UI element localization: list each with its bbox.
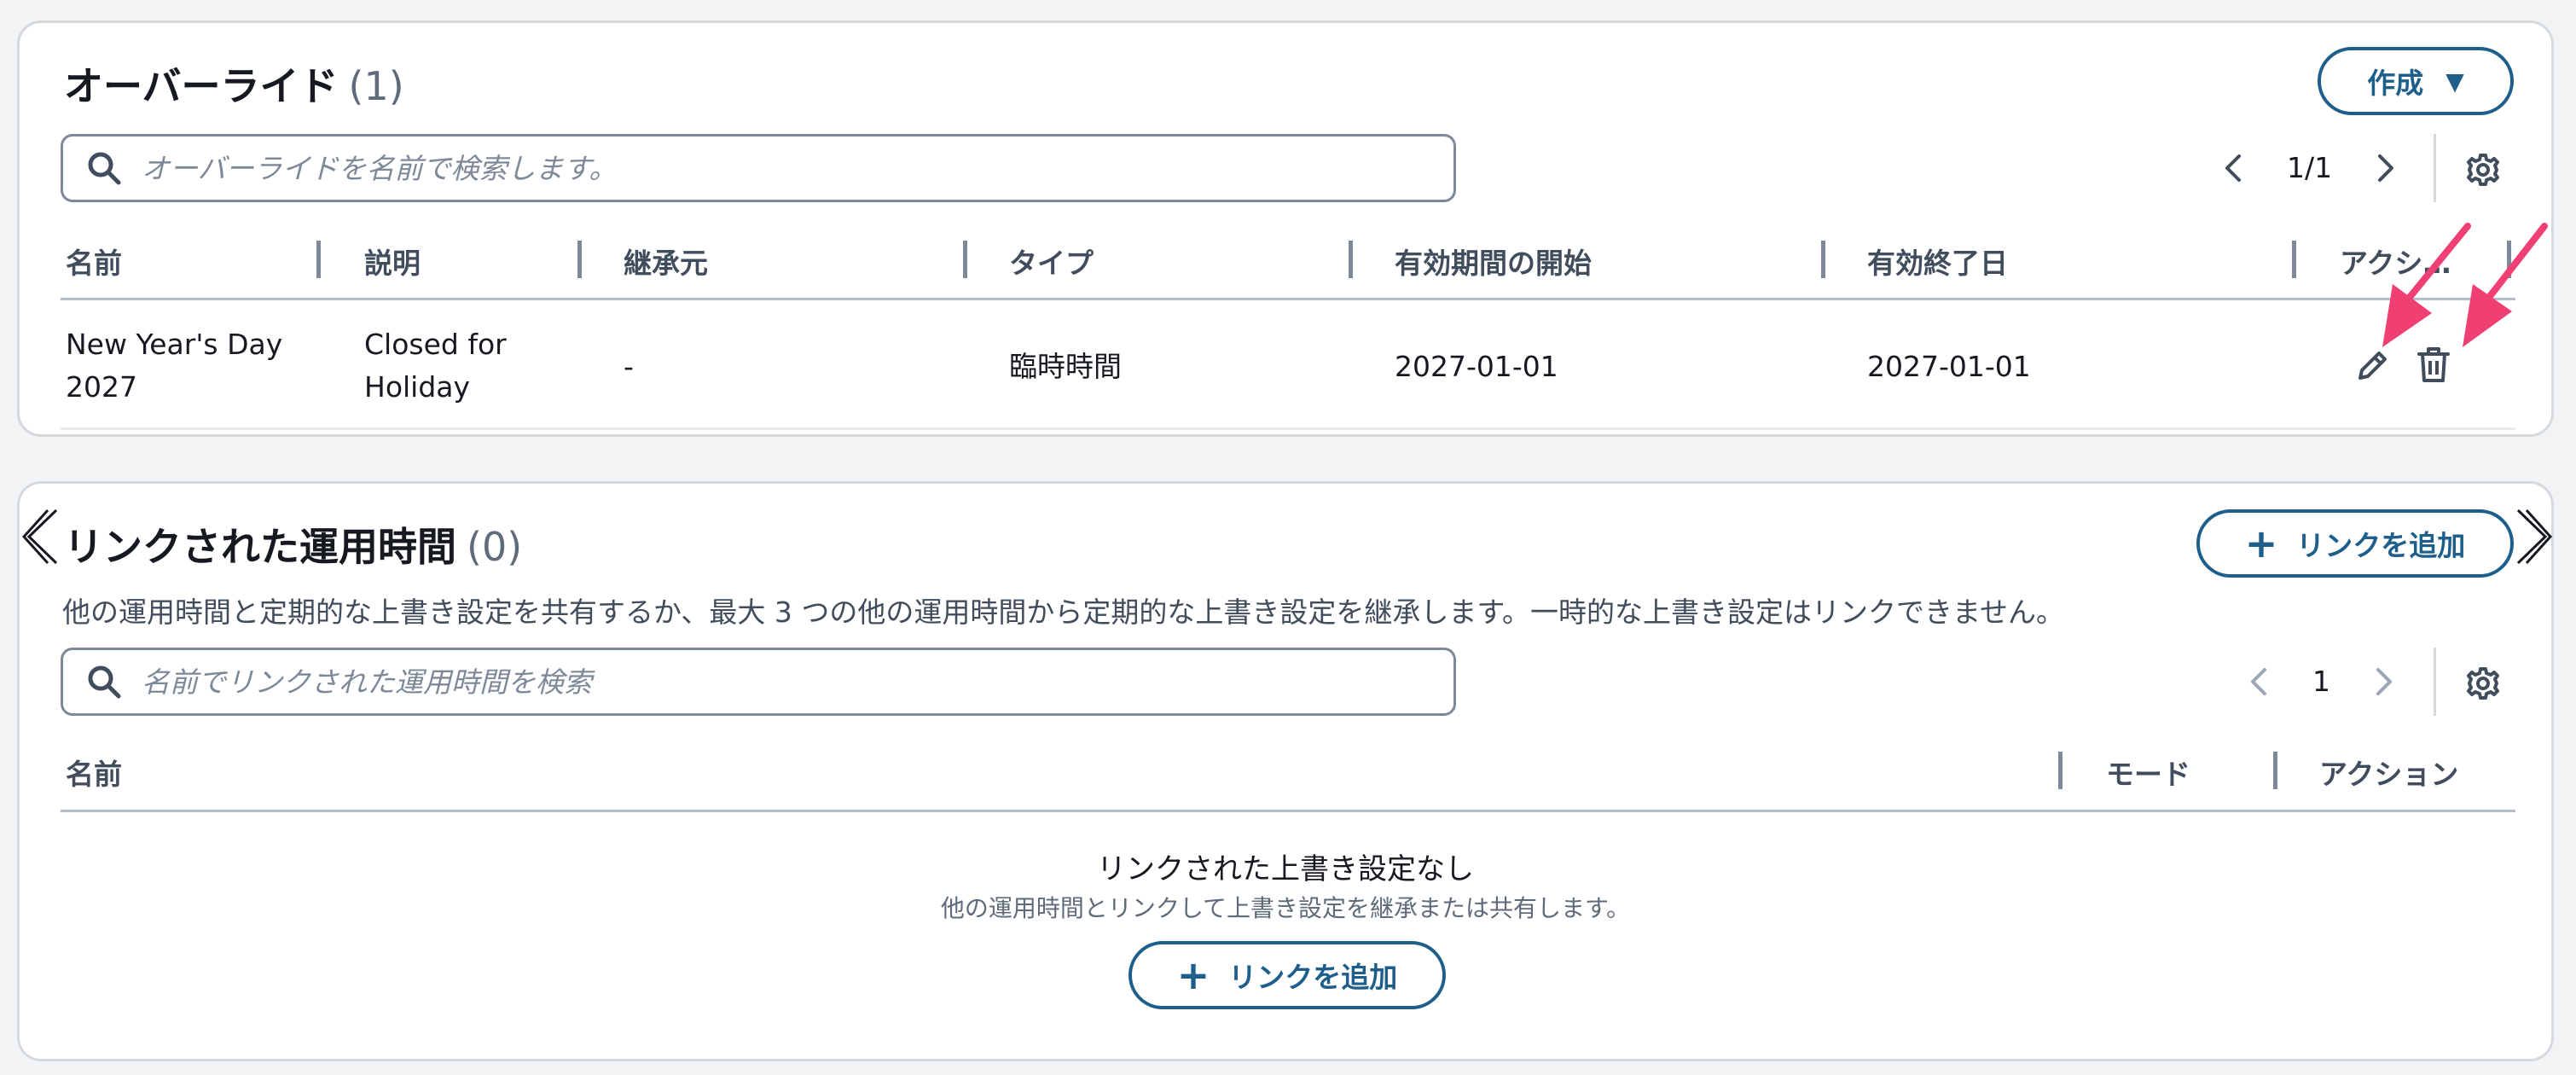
- linked-count: (0): [467, 524, 523, 570]
- caret-down-icon: ▼: [2445, 67, 2464, 96]
- table-header-divider: [61, 298, 2515, 300]
- plus-icon: +: [1176, 952, 1210, 998]
- linked-hours-panel: リンクされた運用時間 (0) + リンクを追加 他の運用時間と定期的な上書き設定を…: [17, 481, 2554, 1061]
- column-divider[interactable]: [1349, 241, 1353, 278]
- cell-description-line: Holiday: [364, 370, 471, 404]
- linked-search-input[interactable]: [140, 664, 1423, 700]
- cell-type: 臨時時間: [1009, 350, 1122, 383]
- plus-icon: +: [2244, 520, 2278, 567]
- column-header-end[interactable]: 有効終了日: [1867, 241, 2008, 282]
- linked-search-field[interactable]: [61, 648, 1456, 716]
- overrides-page-number: 1/1: [2287, 151, 2333, 184]
- column-divider[interactable]: [316, 241, 321, 278]
- pencil-icon[interactable]: [2353, 347, 2391, 385]
- cell-name-line: 2027: [66, 370, 137, 404]
- linked-page-number: 1: [2312, 665, 2330, 698]
- add-link-button-label: リンクを追加: [2296, 529, 2466, 562]
- column-divider[interactable]: [1821, 241, 1825, 278]
- pagination-divider: [2434, 134, 2436, 202]
- cell-end-date: 2027-01-01: [1867, 350, 2031, 383]
- empty-state-subtitle: 他の運用時間とリンクして上書き設定を継承または共有します。: [940, 894, 1631, 922]
- linked-title: リンクされた運用時間 (0): [64, 516, 522, 572]
- column-divider[interactable]: [963, 241, 967, 278]
- cell-name-line: New Year's Day: [66, 328, 283, 361]
- cell-start-date: 2027-01-01: [1395, 350, 1558, 383]
- chevron-right-icon[interactable]: [2371, 666, 2397, 697]
- column-header-start[interactable]: 有効期間の開始: [1395, 241, 1592, 282]
- column-header-name[interactable]: 名前: [66, 241, 122, 282]
- cell-inherited-from: -: [624, 350, 634, 383]
- cell-description-line: Closed for: [364, 328, 507, 361]
- column-divider[interactable]: [2273, 752, 2277, 789]
- overrides-search-input[interactable]: [140, 150, 1423, 186]
- gear-icon[interactable]: [2464, 665, 2502, 702]
- column-divider[interactable]: [2507, 241, 2511, 278]
- empty-add-link-button[interactable]: + リンクを追加: [1128, 941, 1446, 1009]
- column-divider[interactable]: [2058, 752, 2063, 789]
- search-icon: [88, 152, 121, 185]
- chevron-left-icon[interactable]: [2220, 153, 2246, 183]
- double-chevron-left-icon[interactable]: [22, 507, 60, 567]
- empty-add-link-button-label: リンクを追加: [1228, 961, 1398, 994]
- column-divider[interactable]: [2292, 241, 2296, 278]
- pagination-divider: [2434, 648, 2436, 716]
- trash-icon[interactable]: [2415, 346, 2452, 385]
- gear-icon[interactable]: [2464, 151, 2502, 189]
- add-link-button[interactable]: + リンクを追加: [2196, 509, 2514, 578]
- linked-title-text: リンクされた運用時間: [64, 524, 456, 570]
- cell-description: Closed for Holiday: [364, 323, 507, 409]
- chevron-right-icon[interactable]: [2373, 153, 2399, 183]
- column-header-mode[interactable]: モード: [2106, 752, 2190, 793]
- chevron-left-icon[interactable]: [2246, 666, 2271, 697]
- overrides-title-text: オーバーライド: [64, 63, 339, 109]
- column-header-inherited-from[interactable]: 継承元: [624, 241, 708, 282]
- column-header-description[interactable]: 説明: [364, 241, 421, 282]
- overrides-search-field[interactable]: [61, 134, 1456, 202]
- search-icon: [88, 665, 121, 699]
- cell-name: New Year's Day 2027: [66, 323, 282, 409]
- column-header-name[interactable]: 名前: [66, 752, 122, 793]
- column-header-actions[interactable]: アクシ…: [2340, 241, 2451, 282]
- create-button[interactable]: 作成 ▼: [2318, 47, 2514, 115]
- overrides-pagination: 1/1: [2220, 151, 2399, 184]
- double-chevron-right-icon[interactable]: [2515, 507, 2552, 567]
- linked-pagination: 1: [2246, 665, 2397, 698]
- overrides-panel: オーバーライド(1) 作成 ▼ 1/1 名前 説明 継承元 タイプ 有効期間の開…: [17, 20, 2554, 437]
- linked-description: 他の運用時間と定期的な上書き設定を共有するか、最大 3 つの他の運用時間から定期…: [62, 596, 2065, 629]
- empty-state-title: リンクされた上書き設定なし: [1097, 852, 1474, 886]
- create-button-label: 作成: [2367, 67, 2424, 100]
- table-header-divider: [61, 810, 2515, 812]
- overrides-title: オーバーライド (1): [64, 55, 404, 112]
- overrides-count: (1): [348, 63, 404, 109]
- annotation-arrow-icon: [2463, 223, 2548, 347]
- column-divider[interactable]: [577, 241, 582, 278]
- column-header-actions[interactable]: アクション: [2319, 752, 2458, 793]
- column-header-type[interactable]: タイプ: [1009, 241, 1094, 282]
- table-row-divider: [61, 427, 2515, 430]
